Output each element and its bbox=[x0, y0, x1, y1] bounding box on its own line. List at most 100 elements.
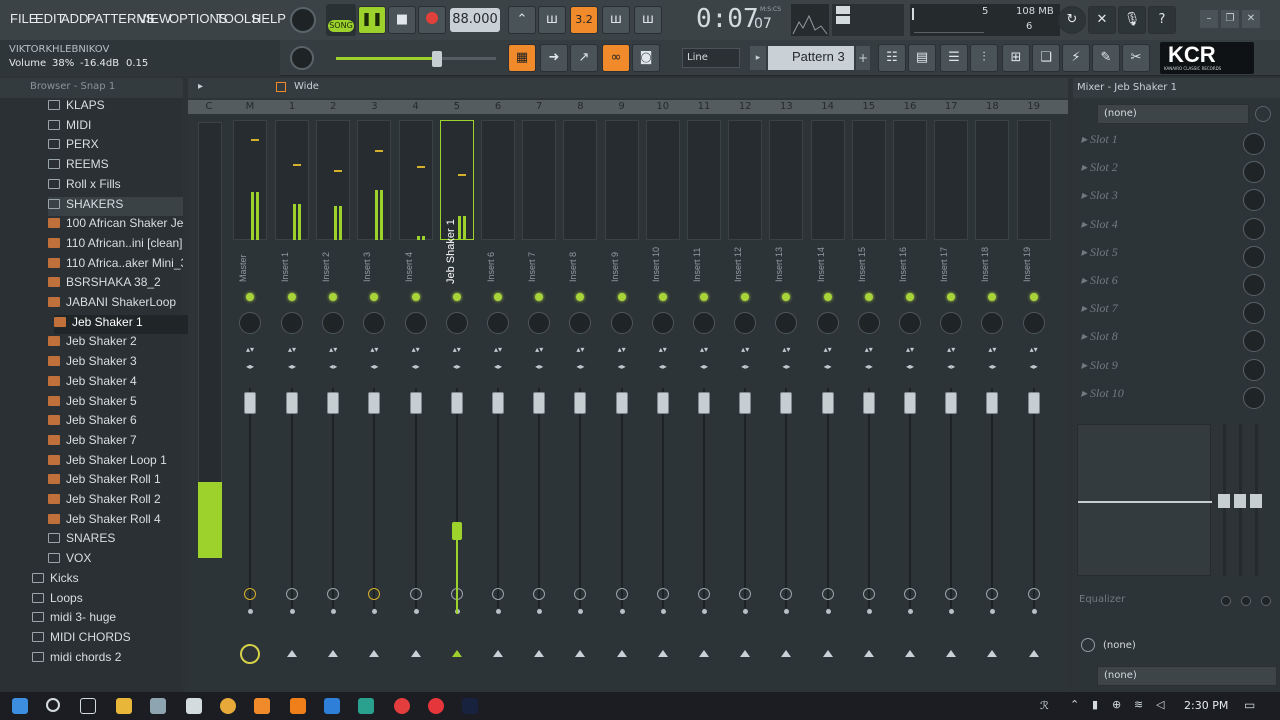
add-pattern-icon[interactable]: + bbox=[856, 46, 870, 70]
swap-channels-icon[interactable]: ◂▸ bbox=[1027, 363, 1041, 371]
step-counter-button[interactable]: 3.2 bbox=[570, 6, 598, 34]
input-settings-icon[interactable] bbox=[1255, 106, 1271, 122]
route-dot[interactable] bbox=[908, 609, 913, 614]
stereo-separation-icon[interactable]: ▴▾ bbox=[738, 346, 752, 354]
effect-slot[interactable]: ▸ Slot 9 bbox=[1081, 358, 1271, 384]
send-indicator[interactable] bbox=[739, 588, 752, 600]
send-indicator[interactable] bbox=[409, 588, 422, 600]
track-enable-led[interactable] bbox=[494, 293, 502, 301]
eq-band-1-handle[interactable] bbox=[1218, 494, 1230, 508]
track-enable-led[interactable] bbox=[1029, 293, 1038, 301]
mixer-track[interactable] bbox=[934, 120, 969, 240]
browser-item[interactable]: Jeb Shaker 6 bbox=[48, 413, 183, 432]
pan-knob[interactable] bbox=[651, 312, 674, 334]
route-dot[interactable] bbox=[578, 609, 584, 614]
maximize-icon[interactable]: ❐ bbox=[1221, 10, 1239, 28]
swap-channels-icon[interactable]: ◂▸ bbox=[944, 363, 958, 371]
chrome-icon[interactable] bbox=[220, 698, 236, 714]
master-volume-knob[interactable] bbox=[290, 7, 316, 33]
slot-mix-knob[interactable] bbox=[1243, 302, 1265, 325]
network-icon[interactable]: ⊕ bbox=[1112, 698, 1121, 711]
track-enable-led[interactable] bbox=[741, 293, 750, 301]
microphone-icon[interactable]: 🎙 bbox=[1118, 6, 1146, 34]
browser-item[interactable]: SNARES bbox=[48, 531, 183, 550]
pan-knob[interactable] bbox=[569, 312, 592, 334]
volume-fader[interactable] bbox=[450, 392, 463, 414]
master-pitch-knob[interactable] bbox=[290, 46, 314, 70]
send-indicator[interactable] bbox=[821, 588, 834, 600]
pat-song-switch[interactable]: SONG bbox=[326, 4, 356, 36]
route-dot[interactable] bbox=[290, 609, 295, 614]
route-arrow-icon[interactable] bbox=[616, 650, 627, 657]
browser-item[interactable]: JABANI ShakerLoop bbox=[48, 295, 183, 314]
mail-icon[interactable] bbox=[186, 698, 202, 714]
browser-item[interactable]: SHAKERS bbox=[48, 196, 183, 216]
stereo-separation-icon[interactable]: ▴▾ bbox=[285, 346, 299, 354]
piano-roll-icon[interactable]: ▤ bbox=[908, 44, 936, 72]
track-enable-led[interactable] bbox=[947, 293, 956, 301]
stereo-separation-icon[interactable]: ▴▾ bbox=[491, 346, 505, 354]
route-arrow-icon[interactable] bbox=[328, 650, 339, 657]
mixer-track[interactable] bbox=[604, 120, 639, 240]
mixer-track[interactable] bbox=[769, 120, 804, 240]
stereo-separation-icon[interactable]: ▴▾ bbox=[903, 346, 917, 354]
swap-channels-icon[interactable]: ◂▸ bbox=[985, 363, 999, 371]
refresh-icon[interactable]: ↻ bbox=[1058, 6, 1086, 34]
browser-item[interactable]: Roll x Fills bbox=[48, 177, 183, 196]
stereo-separation-icon[interactable]: ▴▾ bbox=[862, 346, 876, 354]
pan-knob[interactable] bbox=[281, 312, 303, 334]
volume-fader[interactable] bbox=[533, 392, 546, 414]
slot-mix-knob[interactable] bbox=[1243, 161, 1265, 184]
menu-add[interactable]: ADD bbox=[61, 11, 88, 26]
send-indicator[interactable] bbox=[368, 588, 381, 600]
send-indicator[interactable] bbox=[945, 588, 958, 600]
route-arrow-icon[interactable] bbox=[657, 650, 668, 657]
effect-slot[interactable]: ▸ Slot 10 bbox=[1081, 386, 1271, 412]
pan-knob[interactable] bbox=[693, 312, 715, 334]
pan-knob[interactable] bbox=[734, 312, 757, 334]
browser-item[interactable]: Jeb Shaker Roll 1 bbox=[48, 472, 183, 491]
output-select[interactable]: (none) bbox=[1097, 666, 1277, 686]
send-indicator[interactable] bbox=[698, 588, 710, 600]
browser-item[interactable]: BSRSHAKA 38_2 bbox=[48, 275, 183, 294]
browser-item[interactable]: Jeb Shaker 2 bbox=[48, 334, 183, 353]
pan-knob[interactable] bbox=[363, 312, 386, 334]
slot-mix-knob[interactable] bbox=[1243, 133, 1265, 155]
snap-select[interactable]: Line bbox=[682, 48, 740, 68]
stereo-separation-icon[interactable]: ▴▾ bbox=[450, 346, 464, 354]
eq-knob-1[interactable] bbox=[1221, 596, 1231, 606]
vlc-icon[interactable] bbox=[290, 698, 306, 714]
route-arrow-icon[interactable] bbox=[410, 650, 421, 657]
swap-channels-icon[interactable]: ◂▸ bbox=[656, 363, 670, 371]
browser-item[interactable]: Jeb Shaker Roll 4 bbox=[48, 512, 183, 531]
route-arrow-icon[interactable] bbox=[287, 650, 297, 657]
mixer-track[interactable] bbox=[687, 120, 721, 240]
master-volume-slider-handle[interactable] bbox=[432, 51, 442, 67]
mixer-track[interactable] bbox=[563, 120, 598, 240]
swap-channels-icon[interactable]: ◂▸ bbox=[409, 363, 423, 371]
route-arrow-icon[interactable] bbox=[493, 650, 503, 657]
browser-item[interactable]: Loops bbox=[32, 591, 183, 610]
stereo-separation-icon[interactable]: ▴▾ bbox=[532, 346, 546, 354]
edge-icon[interactable] bbox=[324, 698, 340, 714]
microphone-tray-icon[interactable]: ▮ bbox=[1092, 698, 1098, 711]
stereo-separation-icon[interactable]: ▴▾ bbox=[573, 346, 587, 354]
stereo-separation-icon[interactable]: ▴▾ bbox=[243, 346, 257, 354]
stereo-separation-icon[interactable]: ▴▾ bbox=[985, 346, 999, 354]
route-arrow-icon[interactable] bbox=[946, 650, 957, 657]
pause-button[interactable]: ❚❚ bbox=[358, 6, 386, 34]
mixer-track[interactable] bbox=[728, 120, 763, 240]
eq-knob-3[interactable] bbox=[1261, 596, 1271, 606]
send-indicator[interactable] bbox=[244, 588, 256, 600]
minimize-icon[interactable]: – bbox=[1200, 10, 1218, 28]
swap-channels-icon[interactable]: ◂▸ bbox=[573, 363, 587, 371]
stereo-separation-icon[interactable]: ▴▾ bbox=[697, 346, 711, 354]
mixer-track[interactable] bbox=[233, 120, 267, 240]
browser-item[interactable]: Jeb Shaker 7 bbox=[48, 433, 183, 452]
route-arrow-icon[interactable] bbox=[575, 650, 586, 657]
close-icon[interactable]: ✕ bbox=[1242, 10, 1260, 28]
send-indicator[interactable] bbox=[286, 588, 298, 600]
effect-slot[interactable]: ▸ Slot 6 bbox=[1081, 273, 1271, 299]
track-enable-led[interactable] bbox=[700, 293, 708, 301]
volume-icon[interactable]: ◁ bbox=[1156, 698, 1164, 711]
